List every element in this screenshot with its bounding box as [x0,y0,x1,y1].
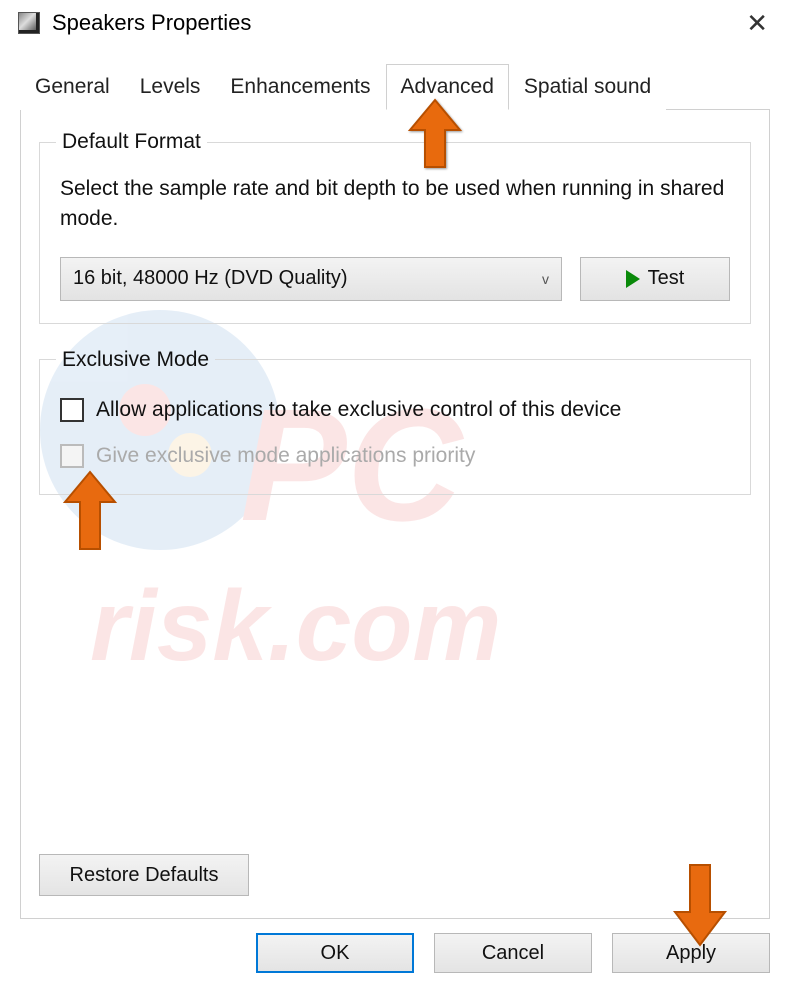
dialog-button-row: OK Cancel Apply [20,933,770,973]
default-format-description: Select the sample rate and bit depth to … [60,174,730,235]
priority-label: Give exclusive mode applications priorit… [96,444,475,468]
play-icon [626,270,640,288]
test-button[interactable]: Test [580,257,730,301]
tab-panel-advanced: Default Format Select the sample rate an… [20,109,770,919]
ok-button[interactable]: OK [256,933,414,973]
tab-general[interactable]: General [20,64,125,110]
sample-rate-dropdown[interactable]: 16 bit, 48000 Hz (DVD Quality) v [60,257,562,301]
tab-levels[interactable]: Levels [125,64,216,110]
exclusive-mode-legend: Exclusive Mode [56,348,215,372]
tab-strip: General Levels Enhancements Advanced Spa… [20,64,770,110]
window-title: Speakers Properties [52,10,251,36]
cancel-button[interactable]: Cancel [434,933,592,973]
default-format-group: Default Format Select the sample rate an… [39,130,751,324]
allow-exclusive-label: Allow applications to take exclusive con… [96,398,621,422]
chevron-down-icon: v [542,271,549,287]
speaker-icon [18,12,40,34]
test-button-label: Test [648,267,685,290]
default-format-legend: Default Format [56,130,207,154]
exclusive-mode-group: Exclusive Mode Allow applications to tak… [39,348,751,495]
title-bar: Speakers Properties ✕ [0,0,790,46]
tab-enhancements[interactable]: Enhancements [215,64,385,110]
apply-button[interactable]: Apply [612,933,770,973]
tab-advanced[interactable]: Advanced [386,64,509,110]
allow-exclusive-checkbox[interactable] [60,398,84,422]
priority-checkbox [60,444,84,468]
restore-defaults-button[interactable]: Restore Defaults [39,854,249,896]
tab-spatial[interactable]: Spatial sound [509,64,666,110]
sample-rate-value: 16 bit, 48000 Hz (DVD Quality) [73,267,348,290]
close-button[interactable]: ✕ [740,10,774,36]
